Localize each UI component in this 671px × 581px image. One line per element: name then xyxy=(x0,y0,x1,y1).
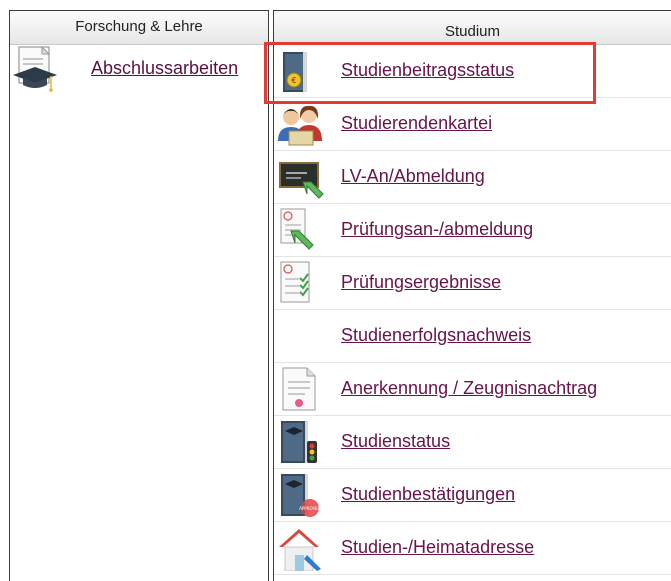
list-item-studienstatus: Studienstatus xyxy=(274,416,671,469)
home-address-icon xyxy=(277,525,325,571)
list-item-abschlussarbeiten: Abschlussarbeiten xyxy=(10,45,268,98)
link-pruefungsergebnisse[interactable]: Prüfungsergebnisse xyxy=(341,272,501,293)
list-item-pruefungsanmeldung: Prüfungsan-/abmeldung xyxy=(274,204,671,257)
link-pruefungsanmeldung[interactable]: Prüfungsan-/abmeldung xyxy=(341,219,533,240)
study-confirmation-book-icon: APPROVED xyxy=(277,472,325,518)
course-registration-icon xyxy=(277,154,325,200)
certificate-document-icon xyxy=(277,366,325,412)
list-item-studienerfolgsnachweis: Studienerfolgsnachweis xyxy=(274,310,671,363)
svg-text:€: € xyxy=(291,76,296,85)
study-status-traffic-light-icon xyxy=(277,419,325,465)
list-item-pruefungsergebnisse: Prüfungsergebnisse xyxy=(274,257,671,310)
list-item-studienbestaetigungen: APPROVED Studienbestätigungen xyxy=(274,469,671,522)
studium-header: Studium xyxy=(274,11,671,45)
exam-results-icon xyxy=(277,260,325,306)
exam-registration-icon xyxy=(277,207,325,253)
link-studierendenkartei[interactable]: Studierendenkartei xyxy=(341,113,492,134)
list-item-studierendenkartei: Studierendenkartei xyxy=(274,98,671,151)
link-studienstatus[interactable]: Studienstatus xyxy=(341,431,450,452)
list-item-anerkennung-zeugnisnachtrag: Anerkennung / Zeugnisnachtrag xyxy=(274,363,671,416)
research-teaching-header: Forschung & Lehre xyxy=(10,11,268,45)
svg-text:APPROVED: APPROVED xyxy=(299,506,321,511)
students-icon xyxy=(277,101,325,147)
studium-panel: Studium € Studienbeitragsstatus Studiere… xyxy=(273,10,671,581)
research-teaching-panel: Forschung & Lehre Abschlussarbeiten xyxy=(9,10,269,581)
link-studien-heimatadresse[interactable]: Studien-/Heimatadresse xyxy=(341,537,534,558)
list-item-studienbeitragsstatus: € Studienbeitragsstatus xyxy=(274,45,671,98)
link-anerkennung-zeugnisnachtrag[interactable]: Anerkennung / Zeugnisnachtrag xyxy=(341,378,597,399)
link-studienbestaetigungen[interactable]: Studienbestätigungen xyxy=(341,484,515,505)
link-studienerfolgsnachweis[interactable]: Studienerfolgsnachweis xyxy=(341,325,531,346)
list-item-lv-an-abmeldung: LV-An/Abmeldung xyxy=(274,151,671,204)
link-lv-an-abmeldung[interactable]: LV-An/Abmeldung xyxy=(341,166,485,187)
link-abschlussarbeiten[interactable]: Abschlussarbeiten xyxy=(91,58,238,79)
link-studienbeitragsstatus[interactable]: Studienbeitragsstatus xyxy=(341,60,514,81)
fee-status-book-icon: € xyxy=(277,48,325,94)
thesis-graduation-icon xyxy=(11,45,57,95)
list-item-studien-heimatadresse: Studien-/Heimatadresse xyxy=(274,522,671,575)
